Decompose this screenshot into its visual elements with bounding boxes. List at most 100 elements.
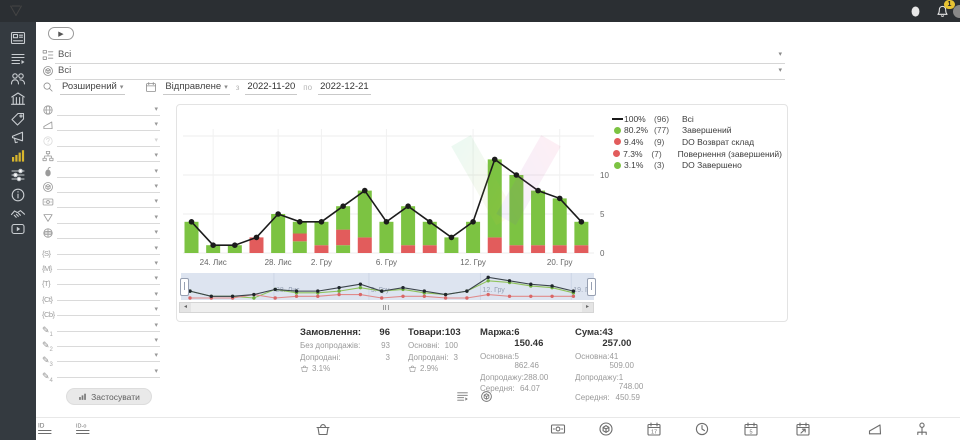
avatar[interactable] (953, 5, 960, 18)
filter-row-pen-3[interactable]: ✎3▾ (42, 350, 160, 365)
filter-row-funnel[interactable]: ▾ (42, 212, 160, 227)
mini-chart-icon (78, 392, 87, 401)
globe-grid-icon (42, 227, 54, 239)
toolbar-ruler-icon[interactable] (867, 421, 883, 437)
toolbar-basket-icon[interactable] (315, 421, 331, 437)
chevron-down-icon: ▾ (154, 151, 158, 159)
toolbar-package-icon[interactable] (598, 421, 614, 437)
sitemap-icon (42, 150, 54, 162)
legend-item[interactable]: 3.1%(3)DO Завершено (610, 159, 782, 171)
toolbar-id-lines-icon-ID[interactable]: ID (37, 421, 53, 437)
chart-scrollbar[interactable]: ◂ ▸ (179, 302, 594, 313)
filter-row-package[interactable]: ▾ (42, 181, 160, 196)
toolbar-banknote-icon[interactable] (550, 421, 566, 437)
chart-navigator[interactable]: 28. Лис5. Гру12. Гру19. Гру (181, 273, 594, 300)
pen-icon: ✎4 (42, 366, 54, 378)
chart-card: 051024. Лис28. Лис2. Гру6. Гру12. Гру20.… (176, 104, 788, 322)
filter-row-brace-Cb[interactable]: {Cb}▾ (42, 304, 160, 319)
chevron-down-icon: ▾ (154, 120, 158, 128)
sidebar-promo-tag-icon[interactable] (10, 111, 26, 127)
filter-row-help-circle[interactable]: ▾ (42, 135, 160, 150)
filter-row-brace-T[interactable]: {T}▾ (42, 273, 160, 288)
view-toggle (456, 390, 493, 403)
app-logo-icon[interactable] (7, 2, 25, 20)
pen-icon: ✎1 (42, 320, 54, 332)
scroll-left-button[interactable]: ◂ (180, 303, 191, 312)
stat-column: Маржа:6 150.46Основна:5 862.46Допродажу:… (480, 327, 540, 393)
chevron-down-icon: ▾ (154, 167, 158, 175)
filter-row-seed[interactable]: ▾ (42, 166, 160, 181)
sidebar-handshake-icon[interactable] (10, 206, 26, 222)
chevron-down-icon: ▾ (154, 367, 158, 375)
filter-row-brace-Ct[interactable]: {Ct}▾ (42, 289, 160, 304)
toolbar-calendar-num-icon-5[interactable]: 5 (743, 421, 759, 437)
stat-sub-row: Допродажу:1 748.00 (575, 373, 640, 391)
chevron-down-icon: ▾ (154, 321, 158, 329)
sidebar-warehouse-icon[interactable] (10, 91, 26, 107)
chevron-down-icon: ▾ (154, 213, 158, 221)
list-view-icon[interactable] (456, 390, 469, 403)
filter-row-globe[interactable]: ▾ (42, 104, 160, 119)
legend-item[interactable]: 80.2%(77)Завершений (610, 125, 782, 137)
scroll-right-button[interactable]: ▸ (582, 303, 593, 312)
scrollbar-grip[interactable] (383, 305, 389, 310)
filter-row-pen-4[interactable]: ✎4 ▾ (42, 366, 160, 381)
svg-text:28. Лис: 28. Лис (265, 258, 292, 267)
chevron-down-icon: ▾ (154, 274, 158, 282)
stat-title-row: Сума:43 257.00 (575, 327, 640, 349)
svg-text:0: 0 (600, 249, 605, 258)
filter-row-banknote[interactable]: ▾ (42, 196, 160, 211)
chevron-down-icon: ▾ (154, 244, 158, 252)
globe-icon (42, 104, 54, 116)
sidebar-analytics-icon[interactable] (10, 148, 26, 164)
svg-text:10: 10 (600, 171, 609, 180)
filter-row-brace-S[interactable]: {S}▾ (42, 243, 160, 258)
filter-row-globe-grid[interactable]: ▾ (42, 227, 160, 242)
stat-sub-row: Середня:450.59 (575, 393, 640, 402)
filter-row-brace-M[interactable]: {M}▾ (42, 258, 160, 273)
toolbar-calendar-arrow-icon[interactable] (795, 421, 811, 437)
legend-item[interactable]: 7.3%(7)Повернення (завершений) (610, 148, 782, 160)
search-mode-select[interactable]: Розширений▾ (60, 81, 125, 95)
chevron-down-icon: ▾ (154, 351, 158, 359)
status-filter-select[interactable]: Всі ▾ (55, 48, 785, 64)
sidebar-megaphone-icon[interactable] (10, 130, 26, 146)
sidebar-card-icon[interactable] (10, 30, 26, 46)
sidebar-video-icon[interactable] (10, 221, 26, 237)
product-filter-select[interactable]: Всі ▾ (55, 64, 785, 80)
filter-row-sitemap[interactable]: ▾ (42, 150, 160, 165)
chevron-down-icon: ▾ (120, 84, 124, 91)
date-to-input[interactable]: 2022-12-21 (318, 81, 371, 95)
filter-row-pen-2[interactable]: ✎2▾ (42, 335, 160, 350)
navigator-right-handle[interactable] (587, 278, 596, 296)
svg-text:17: 17 (651, 429, 657, 435)
cube-view-icon[interactable] (480, 390, 493, 403)
apply-button[interactable]: Застосувати (66, 388, 152, 405)
sidebar-users-icon[interactable] (10, 71, 26, 87)
stat-sub-row: Допродані:3 (300, 353, 390, 362)
date-from-input[interactable]: 2022-11-20 (245, 81, 297, 95)
bell-icon[interactable]: 1 (935, 4, 950, 19)
stat-column: Замовлення:96Без допродажів:93Допродані:… (300, 327, 390, 373)
chevron-down-icon: ▾ (224, 84, 228, 91)
toolbar-clock-icon[interactable] (694, 421, 710, 437)
legend-item[interactable]: 100%(96)Всі (610, 113, 782, 125)
toolbar-calendar-num-icon-17[interactable]: 17 (646, 421, 662, 437)
toolbar-id-dash-icon-ID-o[interactable]: ID-o (75, 421, 91, 437)
legend-item[interactable]: 9.4%(9)DO Возврат склад (610, 136, 782, 148)
stat-title-row: Замовлення:96 (300, 327, 390, 338)
date-field-select[interactable]: Відправлене▾ (163, 81, 229, 95)
legend-dot-marker (614, 162, 621, 169)
sidebar-order-list-icon[interactable] (10, 51, 26, 67)
search-icon[interactable] (42, 81, 54, 93)
toolbar-sitemap-person-icon[interactable] (914, 421, 930, 437)
filter-row-pen-1[interactable]: ✎1 ▾ (42, 320, 160, 335)
navigator-left-handle[interactable] (180, 278, 189, 296)
svg-text:5: 5 (600, 210, 605, 219)
profile-icon[interactable] (908, 4, 923, 19)
sidebar-sliders-icon[interactable] (10, 167, 26, 183)
play-button[interactable]: ▶ (48, 27, 74, 40)
filter-row-ruler[interactable]: ▾ (42, 119, 160, 134)
sidebar-info-icon[interactable] (10, 187, 26, 203)
topbar: 1 (0, 0, 960, 22)
